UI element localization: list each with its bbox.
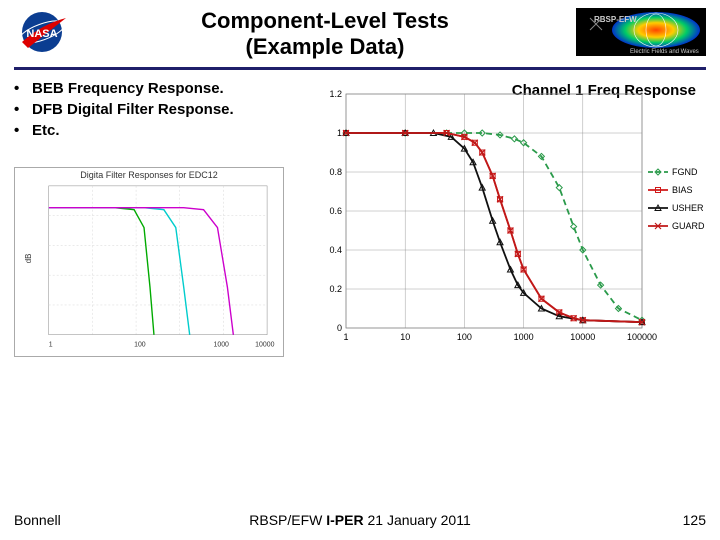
bullet-item: •DFB Digital Filter Response. [14,101,306,118]
svg-text:1: 1 [343,332,348,342]
header: NASA Component-Level Tests (Example Data… [14,8,706,61]
svg-text:100: 100 [457,332,472,342]
svg-text:100: 100 [134,341,146,348]
bullet-text: BEB Frequency Response. [32,80,224,97]
bullet-item: •Etc. [14,122,306,139]
page-number: 125 [683,512,706,528]
svg-text:10000: 10000 [255,341,274,348]
bullet-item: •BEB Frequency Response. [14,80,306,97]
nasa-logo: NASA [14,8,74,56]
svg-text:10000: 10000 [570,332,595,342]
svg-text:0.6: 0.6 [329,206,342,216]
svg-text:0: 0 [337,323,342,333]
svg-text:0.2: 0.2 [329,284,342,294]
svg-text:1000: 1000 [213,341,229,348]
svg-text:0.4: 0.4 [329,245,342,255]
title-line-2: (Example Data) [74,34,576,60]
svg-text:0.8: 0.8 [329,167,342,177]
bullet-text: Etc. [32,122,60,139]
svg-text:1.2: 1.2 [329,89,342,99]
svg-text:10: 10 [400,332,410,342]
left-column: •BEB Frequency Response. •DFB Digital Fi… [14,80,306,357]
divider [14,67,706,70]
svg-text:BIAS: BIAS [672,185,693,195]
svg-text:NASA: NASA [26,28,57,40]
svg-text:USHER: USHER [672,203,704,213]
footer: Bonnell RBSP/EFW I-PER 21 January 2011 1… [14,512,706,528]
svg-text:100000: 100000 [627,332,657,342]
svg-text:Electric Fields and Waves: Electric Fields and Waves [630,49,699,55]
svg-text:FGND: FGND [672,167,698,177]
title-block: Component-Level Tests (Example Data) [74,8,576,61]
right-column: Channel 1 Freq Response 00.20.40.60.811.… [316,80,706,357]
mini-chart: Digita Filter Responses for EDC12 dB 1 1… [14,167,284,357]
content: •BEB Frequency Response. •DFB Digital Fi… [14,80,706,357]
svg-text:1: 1 [49,341,53,348]
slide: NASA Component-Level Tests (Example Data… [0,0,720,540]
bullet-text: DFB Digital Filter Response. [32,101,234,118]
svg-text:GUARD: GUARD [672,221,705,231]
title-line-1: Component-Level Tests [74,8,576,34]
rbsp-efw-logo: RBSP-EFWElectric Fields and Waves [576,8,706,56]
footer-center: RBSP/EFW I-PER 21 January 2011 [249,512,471,528]
svg-text:1: 1 [337,128,342,138]
svg-text:1000: 1000 [514,332,534,342]
svg-text:dB: dB [24,253,33,263]
main-chart: Channel 1 Freq Response 00.20.40.60.811.… [316,80,706,350]
bullet-list: •BEB Frequency Response. •DFB Digital Fi… [14,80,306,139]
footer-author: Bonnell [14,512,61,528]
